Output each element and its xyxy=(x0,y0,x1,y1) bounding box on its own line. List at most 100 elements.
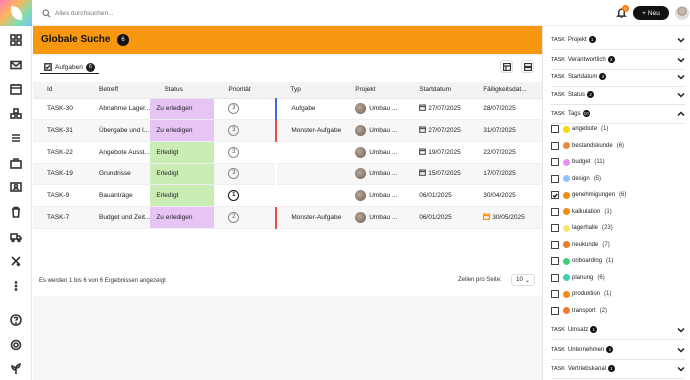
rows-per-page-select[interactable]: 10 ⌄ xyxy=(511,274,535,286)
cell-id[interactable]: TASK-31 xyxy=(33,119,85,142)
cell-project[interactable]: Umbau ... xyxy=(341,184,406,207)
tools-icon[interactable] xyxy=(9,254,23,268)
cell-project[interactable]: Umbau ... xyxy=(341,119,406,142)
project-chip[interactable]: Umbau ... xyxy=(355,190,405,202)
tag-checkbox[interactable] xyxy=(551,273,559,282)
tag-filter-angebote[interactable]: angebote (1) xyxy=(551,123,608,135)
recurring-calendar-icon xyxy=(419,169,427,178)
tag-checkbox[interactable] xyxy=(551,290,559,298)
table-row[interactable]: TASK-31 Übergabe und I... Zu erledigen 3 Mon… xyxy=(33,119,542,142)
columns-settings-button[interactable] xyxy=(521,60,534,73)
tag-checkbox[interactable] xyxy=(551,240,559,249)
cell-project[interactable]: Umbau ... xyxy=(341,163,406,186)
tag-filter-onboarding[interactable]: onboarding (1) xyxy=(551,255,613,267)
cell-subject[interactable]: Angebote Ausst... xyxy=(85,141,151,164)
tag-checkbox[interactable] xyxy=(551,174,559,183)
trash-icon[interactable] xyxy=(9,205,23,219)
notifications-button[interactable]: 5 xyxy=(616,5,629,19)
tag-filter-transport[interactable]: transport (2) xyxy=(551,305,607,317)
filter-section[interactable]: TASK Tags 10 xyxy=(551,104,685,124)
cell-subject[interactable]: Budget und Zeit... xyxy=(85,206,151,229)
tag-checkbox[interactable] xyxy=(551,224,559,232)
cell-project[interactable]: Umbau ... xyxy=(341,141,406,164)
cell-subject[interactable]: Bauanträge xyxy=(85,184,151,207)
tag-filter-bestandskunde[interactable]: bestandskunde (6) xyxy=(551,140,624,152)
table-row[interactable]: TASK-30 Abnahme Lager... Zu erledigen 3 Aufg… xyxy=(33,98,542,121)
list-icon[interactable] xyxy=(9,131,23,145)
tag-filter-genehmigungen[interactable]: genehmigungen (6) xyxy=(551,189,626,201)
filter-section[interactable]: TASK Unternehmen 1 xyxy=(551,340,685,360)
calendar-icon[interactable] xyxy=(9,82,23,96)
tag-checkbox[interactable] xyxy=(551,257,559,265)
project-chip[interactable]: Umbau ... xyxy=(355,125,405,137)
project-chip[interactable]: Umbau ... xyxy=(355,168,405,180)
app-logo[interactable] xyxy=(0,0,32,26)
tag-checkbox[interactable] xyxy=(551,191,559,199)
settings-gear-icon[interactable] xyxy=(9,338,23,352)
col-subject[interactable]: Betreff xyxy=(85,82,151,99)
cell-id[interactable]: TASK-7 xyxy=(33,206,85,229)
tag-checkbox[interactable] xyxy=(551,306,559,315)
tag-filter-kalkulation[interactable]: kalkulation (1) xyxy=(551,206,612,218)
cell-status[interactable]: Zu erledigen xyxy=(150,119,215,142)
cell-status[interactable]: Erledigt xyxy=(150,141,215,164)
cell-status[interactable]: Zu erledigen xyxy=(150,98,215,121)
more-icon[interactable] xyxy=(9,279,23,293)
cell-status[interactable]: Zu erledigen xyxy=(150,206,215,229)
cell-id[interactable]: TASK-30 xyxy=(33,98,85,121)
tag-filter-neukunde[interactable]: neukunde (7) xyxy=(551,239,610,251)
filter-section[interactable]: TASK Status 2 xyxy=(551,85,685,105)
project-chip[interactable]: Umbau ... xyxy=(355,103,405,115)
briefcase-icon[interactable] xyxy=(9,156,23,170)
truck-icon[interactable] xyxy=(9,230,23,244)
col-project[interactable]: Projekt xyxy=(341,82,406,99)
table-row[interactable]: TASK-9 Bauanträge Erledigt 1 Umbau ... 06/01/… xyxy=(33,184,542,207)
contacts-icon[interactable] xyxy=(9,180,23,194)
tag-filter-budget[interactable]: budget (11) xyxy=(551,156,605,168)
cell-status[interactable]: Erledigt xyxy=(150,184,215,207)
cell-id[interactable]: TASK-19 xyxy=(33,163,85,186)
tag-filter-design[interactable]: design (5) xyxy=(551,173,601,185)
cell-project[interactable]: Umbau ... xyxy=(341,98,406,121)
tag-checkbox[interactable] xyxy=(551,141,559,150)
user-avatar[interactable] xyxy=(675,6,689,20)
cell-subject[interactable]: Grundrisse xyxy=(85,163,151,186)
global-search[interactable] xyxy=(42,7,342,19)
table-row[interactable]: TASK-7 Budget und Zeit... Zu erledigen 2 Mon… xyxy=(33,206,542,229)
modules-icon[interactable] xyxy=(9,107,23,121)
tag-checkbox[interactable] xyxy=(551,207,559,216)
col-type[interactable]: Typ xyxy=(276,82,342,99)
cell-project[interactable]: Umbau ... xyxy=(341,206,406,229)
project-chip[interactable]: Umbau ... xyxy=(355,211,405,223)
filter-section[interactable]: TASK Umsatz 1 xyxy=(551,320,685,340)
cell-status[interactable]: Erledigt xyxy=(150,163,215,186)
tab-aufgaben[interactable]: Aufgaben 6 xyxy=(40,61,99,74)
project-chip[interactable]: Umbau ... xyxy=(355,146,405,158)
tag-filter-lagerhalle[interactable]: lagerhalle (23) xyxy=(551,222,613,234)
tag-filter-produktion[interactable]: produktion (1) xyxy=(551,288,611,300)
cell-id[interactable]: TASK-22 xyxy=(33,141,85,164)
filter-section[interactable]: TASK Vertriebskanal 1 xyxy=(551,359,685,379)
tag-checkbox[interactable] xyxy=(551,158,559,166)
filter-section[interactable]: TASK Projekt 1 xyxy=(551,30,685,50)
cell-subject[interactable]: Abnahme Lager... xyxy=(85,98,151,121)
new-button[interactable]: + Neu xyxy=(633,6,669,20)
col-status[interactable]: Status xyxy=(150,82,215,99)
search-input[interactable] xyxy=(55,9,315,17)
mail-icon[interactable] xyxy=(9,58,23,72)
help-icon[interactable] xyxy=(9,313,23,327)
col-id[interactable]: Id xyxy=(33,82,85,99)
view-toggle-button[interactable] xyxy=(500,60,513,73)
table-row[interactable]: TASK-19 Grundrisse Erledigt 3 Umbau ... 15/07… xyxy=(33,163,542,186)
tag-checkbox[interactable] xyxy=(551,125,559,133)
filter-section[interactable]: TASK Startdatum 3 xyxy=(551,67,685,87)
tag-filter-planung[interactable]: planung (6) xyxy=(551,272,605,284)
dashboard-icon[interactable] xyxy=(9,33,23,47)
cell-id[interactable]: TASK-9 xyxy=(33,184,85,207)
col-start-date[interactable]: Startdatum xyxy=(405,82,470,99)
col-due-date[interactable]: Fälligkeitsdat... xyxy=(469,82,542,99)
col-priority[interactable]: Priorität xyxy=(214,82,277,99)
table-row[interactable]: TASK-22 Angebote Ausst... Erledigt 3 Umbau .… xyxy=(33,141,542,164)
plant-icon[interactable] xyxy=(9,362,23,376)
cell-subject[interactable]: Übergabe und I... xyxy=(85,119,151,142)
